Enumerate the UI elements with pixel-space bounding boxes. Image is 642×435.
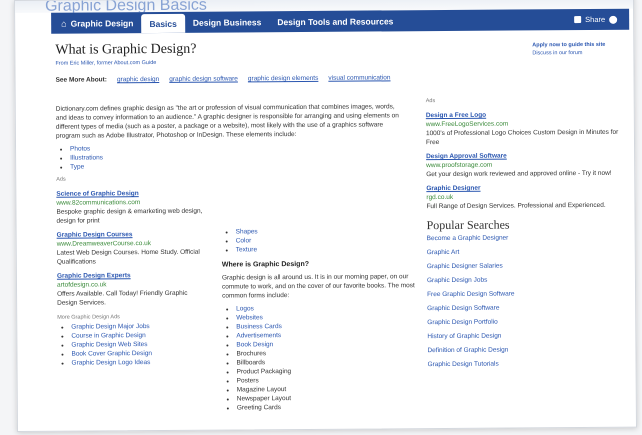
list-item[interactable]: Graphic Design Logo Ideas <box>72 358 208 368</box>
popular-search-link[interactable]: Definition of Graphic Design <box>427 345 627 355</box>
popular-search-link[interactable]: Graphic Designer Salaries <box>427 261 627 271</box>
more-ads-list: Graphic Design Major Jobs Course in Grap… <box>57 322 207 368</box>
popular-search-link[interactable]: Graphic Design Software <box>427 303 627 313</box>
where-paragraph: Graphic design is all around us. It is i… <box>221 273 415 300</box>
popular-search-link[interactable]: Graphic Design Jobs <box>427 275 627 285</box>
see-more-link[interactable]: graphic design <box>117 76 159 83</box>
popular-search-link[interactable]: Graphic Design Tutorials <box>428 359 628 369</box>
elements-list-2: Shapes Color Texture <box>222 226 422 254</box>
ad-body: Offers Available. Call Today! Friendly G… <box>57 289 188 307</box>
popular-search-link[interactable]: History of Graphic Design <box>427 331 627 341</box>
tab-label: Basics <box>149 18 177 29</box>
intro-paragraph: Dictionary.com defines graphic design as… <box>55 103 399 140</box>
nav-home[interactable]: ⌂ Graphic Design <box>51 18 141 29</box>
see-more-link[interactable]: visual communication <box>328 74 390 81</box>
browser-frame: Graphic Design Basics ⌂ Graphic Design B… <box>14 0 638 432</box>
tab-design-business[interactable]: Design Business <box>185 11 270 33</box>
main-content: What is Graphic Design? From Eric Miller… <box>55 33 626 412</box>
elements-list: Photos Illustrations Type <box>56 142 401 171</box>
guide-links: Apply now to guide this site Discuss in … <box>532 41 605 58</box>
list-item[interactable]: Texture <box>236 244 422 254</box>
ad-body: Get your design work reviewed and approv… <box>426 169 612 179</box>
list-item: Greeting Cards <box>237 402 423 412</box>
tab-basics[interactable]: Basics <box>141 13 185 34</box>
popular-searches-title: Popular Searches <box>426 217 510 233</box>
forms-list: Logos Websites Business Cards Advertisem… <box>222 303 423 412</box>
favorite-icon[interactable] <box>609 15 618 24</box>
see-more-label: See More About: <box>55 76 107 84</box>
section-heading: Where is Graphic Design? <box>221 260 310 269</box>
left-ads: Science of Graphic Design www.82communic… <box>56 189 207 368</box>
ad-body: Bespoke graphic design & emarketing web … <box>56 207 203 225</box>
article-column: Dictionary.com defines graphic design as… <box>55 98 415 411</box>
popular-search-link[interactable]: Graphic Art <box>427 247 627 257</box>
discuss-link[interactable]: Discuss in our forum <box>532 50 582 56</box>
apply-link[interactable]: Apply now to guide this site <box>532 42 605 49</box>
popular-search-link[interactable]: Graphic Design Portfolio <box>427 317 627 327</box>
see-more-bar: See More About: graphic design graphic d… <box>55 73 626 84</box>
ads-label: Ads <box>425 98 436 105</box>
popular-search-link[interactable]: Free Graphic Design Software <box>427 289 627 299</box>
see-more-link[interactable]: graphic design software <box>169 75 238 82</box>
byline: From Eric Miller, former About.com Guide <box>55 57 625 67</box>
home-icon: ⌂ <box>61 18 67 29</box>
share-icon <box>574 16 582 24</box>
share-label: Share <box>585 14 606 25</box>
ads-label: Ads <box>56 176 66 183</box>
tab-label: Design Business <box>192 16 262 28</box>
sidebar: Ads Design a Free Logo www.FreeLogoServi… <box>426 93 628 374</box>
popular-search-link[interactable]: Become a Graphic Designer <box>427 233 627 243</box>
top-nav: ⌂ Graphic Design Basics Design Business … <box>51 8 630 34</box>
tab-label: Design Tools and Resources <box>277 15 394 27</box>
author-link[interactable]: From Eric Miller, former About.com Guide <box>55 60 156 67</box>
where-column: Shapes Color Texture Where is Graphic De… <box>222 226 423 416</box>
nav-home-label: Graphic Design <box>70 17 134 29</box>
ad-body: Full Range of Design Services. Professio… <box>426 201 606 211</box>
tab-design-tools[interactable]: Design Tools and Resources <box>269 10 401 32</box>
share-button[interactable]: Share <box>574 15 629 24</box>
ad-body: 1000's of Professional Logo Choices Cust… <box>425 128 619 147</box>
ad-body: Latest Web Design Courses. Home Study. O… <box>56 248 200 266</box>
list-item[interactable]: Type <box>70 160 401 171</box>
see-more-link[interactable]: graphic design elements <box>248 75 319 82</box>
